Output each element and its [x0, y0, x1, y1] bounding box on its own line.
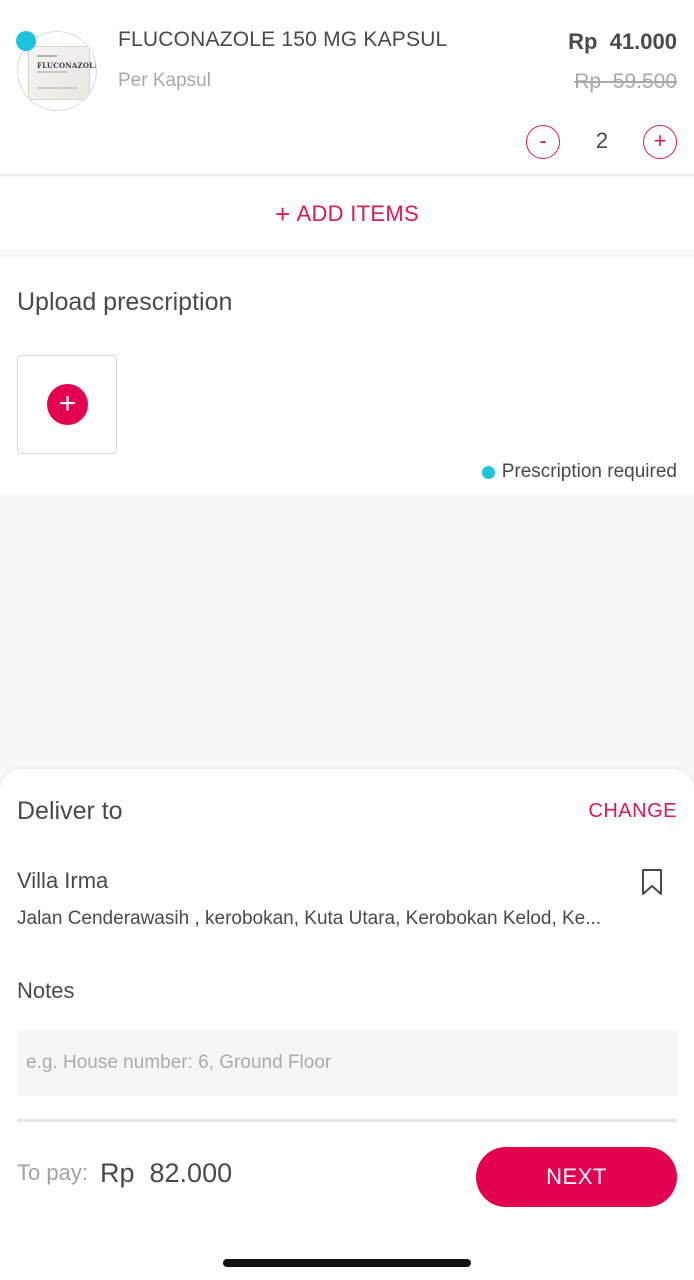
checkout-page: FLUCONAZOLE FLUCONAZOLE 150 MG KAPSUL Pe…	[0, 0, 694, 1280]
address-name: Villa Irma	[17, 868, 109, 893]
next-button[interactable]: NEXT	[476, 1147, 677, 1207]
upload-prescription-section: Upload prescription + Prescription requi…	[0, 258, 694, 494]
to-pay-label: To pay:	[17, 1160, 88, 1185]
address-line: Jalan Cenderawasih , kerobokan, Kuta Uta…	[17, 908, 602, 929]
upload-prescription-title: Upload prescription	[17, 288, 233, 316]
divider	[17, 1119, 677, 1122]
add-items-button[interactable]: + ADD ITEMS	[0, 178, 694, 250]
decrease-quantity-button[interactable]: -	[526, 125, 560, 159]
quantity-value: 2	[595, 128, 609, 153]
product-unit: Per Kapsul	[118, 70, 211, 91]
product-original-price: Rp 59.500	[574, 70, 677, 93]
upload-prescription-button[interactable]: +	[17, 355, 117, 454]
plus-icon: +	[275, 198, 291, 229]
notes-label: Notes	[17, 978, 75, 1003]
bookmark-icon[interactable]	[641, 868, 663, 896]
deliver-to-title: Deliver to	[17, 797, 123, 825]
product-name: FLUCONAZOLE 150 MG KAPSUL	[118, 28, 448, 51]
thumbnail-text: FLUCONAZOLE	[37, 61, 97, 70]
prescription-required-text: Prescription required	[501, 461, 677, 482]
cart-item: FLUCONAZOLE FLUCONAZOLE 150 MG KAPSUL Pe…	[0, 0, 694, 176]
add-photo-icon: +	[47, 384, 88, 425]
home-indicator[interactable]	[223, 1259, 471, 1267]
notes-input[interactable]	[17, 1030, 677, 1096]
prescription-indicator-dot	[16, 31, 36, 51]
prescription-dot-icon	[481, 465, 495, 479]
product-price: Rp 41.000	[568, 29, 677, 54]
medicine-box-icon: FLUCONAZOLE	[28, 46, 96, 100]
to-pay-amount: Rp 82.000	[100, 1158, 233, 1188]
increase-quantity-button[interactable]: +	[643, 125, 677, 159]
prescription-required-note: Prescription required	[481, 461, 677, 483]
add-items-label: ADD ITEMS	[296, 201, 419, 226]
delivery-sheet: Deliver to CHANGE Villa Irma Jalan Cende…	[0, 769, 694, 1280]
change-address-link[interactable]: CHANGE	[588, 800, 677, 823]
